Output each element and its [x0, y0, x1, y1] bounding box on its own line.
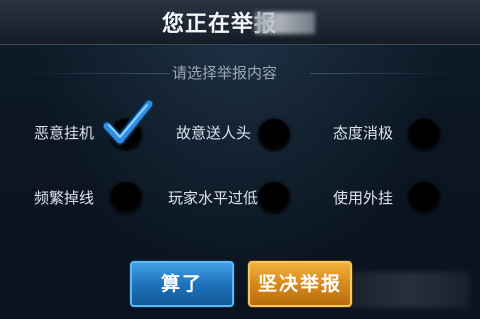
option-radio-feeding[interactable] [258, 119, 290, 151]
subtitle-divider-left [20, 73, 170, 74]
option-radio-disconnect[interactable] [110, 182, 142, 214]
option-radio-low-skill[interactable] [258, 182, 290, 214]
option-label-low-skill[interactable]: 玩家水平过低 [168, 187, 258, 208]
option-radio-negative[interactable] [408, 119, 440, 151]
option-label-afk[interactable]: 恶意挂机 [34, 122, 94, 143]
cancel-button[interactable]: 算了 [130, 261, 234, 307]
report-dialog: 您正在举报 请选择举报内容 恶意挂机 故意送人头 态度消极 频繁掉线 玩家水平过… [0, 0, 480, 319]
checkmark-icon [103, 100, 153, 146]
option-label-cheating[interactable]: 使用外挂 [333, 187, 393, 208]
dialog-subtitle: 请选择举报内容 [172, 64, 278, 82]
report-button[interactable]: 坚决举报 [248, 261, 352, 307]
option-label-disconnect[interactable]: 频繁掉线 [34, 187, 94, 208]
subtitle-divider-right [310, 73, 460, 74]
option-label-negative[interactable]: 态度消极 [333, 122, 393, 143]
option-label-feeding[interactable]: 故意送人头 [176, 122, 251, 143]
watermark [350, 272, 470, 308]
dialog-header: 您正在举报 [0, 0, 480, 45]
option-radio-cheating[interactable] [408, 182, 440, 214]
blurred-player-name [255, 12, 315, 34]
